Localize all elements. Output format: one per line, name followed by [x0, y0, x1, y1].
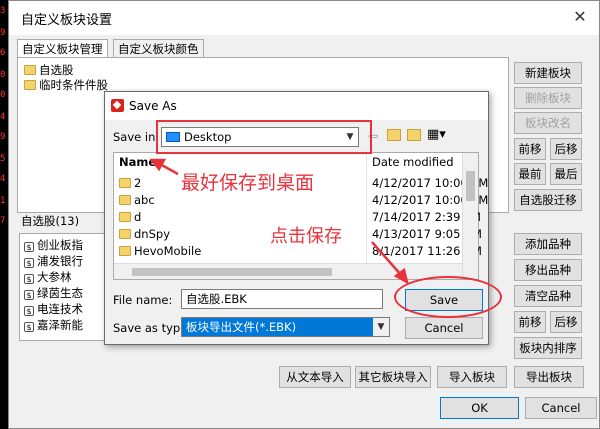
arrow-to-save — [371, 241, 403, 277]
arrowhead — [149, 158, 167, 172]
annotation-arrows — [149, 158, 409, 285]
